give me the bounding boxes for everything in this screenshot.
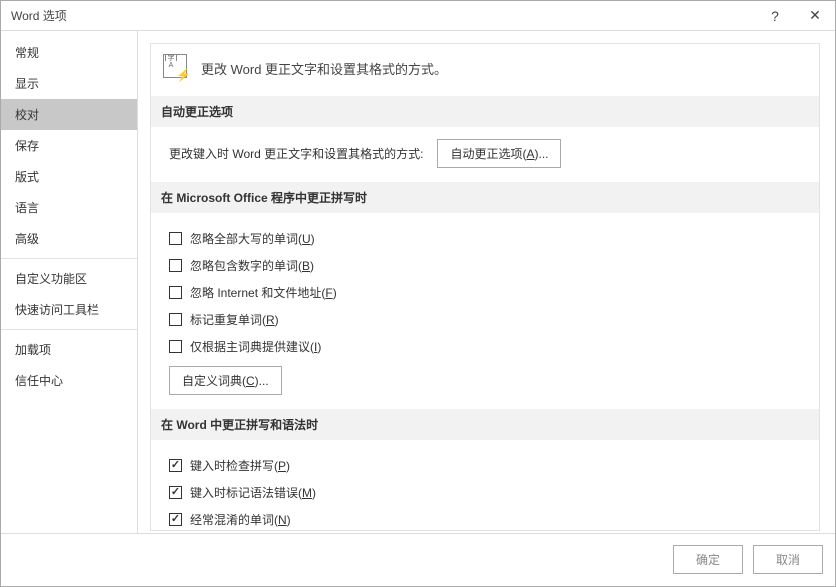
checkbox-row: 忽略 Internet 和文件地址(F) <box>169 279 807 306</box>
checkbox-row: 忽略包含数字的单词(B) <box>169 252 807 279</box>
checkbox-row: 键入时检查拼写(P) <box>169 452 807 479</box>
help-button[interactable]: ? <box>755 8 795 24</box>
section-office-spelling-header: 在 Microsoft Office 程序中更正拼写时 <box>151 182 819 213</box>
autocorrect-options-button[interactable]: 自动更正选项(A)... <box>437 139 561 168</box>
checkbox[interactable] <box>169 313 182 326</box>
checkbox-label: 忽略 Internet 和文件地址(F) <box>190 284 337 301</box>
sidebar-item-保存[interactable]: 保存 <box>1 130 137 161</box>
checkbox-label: 键入时检查拼写(P) <box>190 457 290 474</box>
proofing-icon: 字A ⚡ <box>163 54 191 82</box>
checkbox-label: 忽略全部大写的单词(U) <box>190 230 315 247</box>
sidebar-item-自定义功能区[interactable]: 自定义功能区 <box>1 263 137 294</box>
checkbox-row: 标记重复单词(R) <box>169 306 807 333</box>
section-word-spelling-header: 在 Word 中更正拼写和语法时 <box>151 409 819 440</box>
checkbox-row: 键入时标记语法错误(M) <box>169 479 807 506</box>
sidebar-item-加载项[interactable]: 加载项 <box>1 334 137 365</box>
sidebar-item-常规[interactable]: 常规 <box>1 37 137 68</box>
section-autocorrect-header: 自动更正选项 <box>151 96 819 127</box>
sidebar-item-版式[interactable]: 版式 <box>1 161 137 192</box>
close-button[interactable]: ✕ <box>795 7 835 24</box>
checkbox-row: 经常混淆的单词(N) <box>169 506 807 531</box>
cancel-button[interactable]: 取消 <box>753 545 823 574</box>
sidebar-item-快速访问工具栏[interactable]: 快速访问工具栏 <box>1 294 137 325</box>
autocorrect-desc: 更改键入时 Word 更正文字和设置其格式的方式: <box>169 145 423 162</box>
checkbox[interactable] <box>169 459 182 472</box>
checkbox[interactable] <box>169 513 182 526</box>
checkbox-label: 键入时标记语法错误(M) <box>190 484 316 501</box>
ok-button[interactable]: 确定 <box>673 545 743 574</box>
main-panel: 字A ⚡ 更改 Word 更正文字和设置其格式的方式。 自动更正选项 更改键入时… <box>150 43 820 531</box>
sidebar-item-语言[interactable]: 语言 <box>1 192 137 223</box>
checkbox[interactable] <box>169 259 182 272</box>
custom-dictionaries-button[interactable]: 自定义词典(C)... <box>169 366 282 395</box>
checkbox-row: 忽略全部大写的单词(U) <box>169 225 807 252</box>
checkbox[interactable] <box>169 486 182 499</box>
checkbox[interactable] <box>169 232 182 245</box>
sidebar-item-信任中心[interactable]: 信任中心 <box>1 365 137 396</box>
footer: 确定 取消 <box>1 533 835 585</box>
checkbox-row: 仅根据主词典提供建议(I) <box>169 333 807 360</box>
checkbox-label: 忽略包含数字的单词(B) <box>190 257 314 274</box>
page-title: 更改 Word 更正文字和设置其格式的方式。 <box>201 59 447 78</box>
sidebar: 常规显示校对保存版式语言高级自定义功能区快速访问工具栏加载项信任中心 <box>1 31 138 533</box>
sidebar-item-高级[interactable]: 高级 <box>1 223 137 254</box>
checkbox[interactable] <box>169 340 182 353</box>
page-header: 字A ⚡ 更改 Word 更正文字和设置其格式的方式。 <box>151 44 819 96</box>
sidebar-item-显示[interactable]: 显示 <box>1 68 137 99</box>
titlebar: Word 选项 ? ✕ <box>1 1 835 31</box>
checkbox-label: 标记重复单词(R) <box>190 311 279 328</box>
window-title: Word 选项 <box>11 7 755 24</box>
checkbox-label: 经常混淆的单词(N) <box>190 511 291 528</box>
checkbox-label: 仅根据主词典提供建议(I) <box>190 338 321 355</box>
checkbox[interactable] <box>169 286 182 299</box>
sidebar-item-校对[interactable]: 校对 <box>1 99 137 130</box>
